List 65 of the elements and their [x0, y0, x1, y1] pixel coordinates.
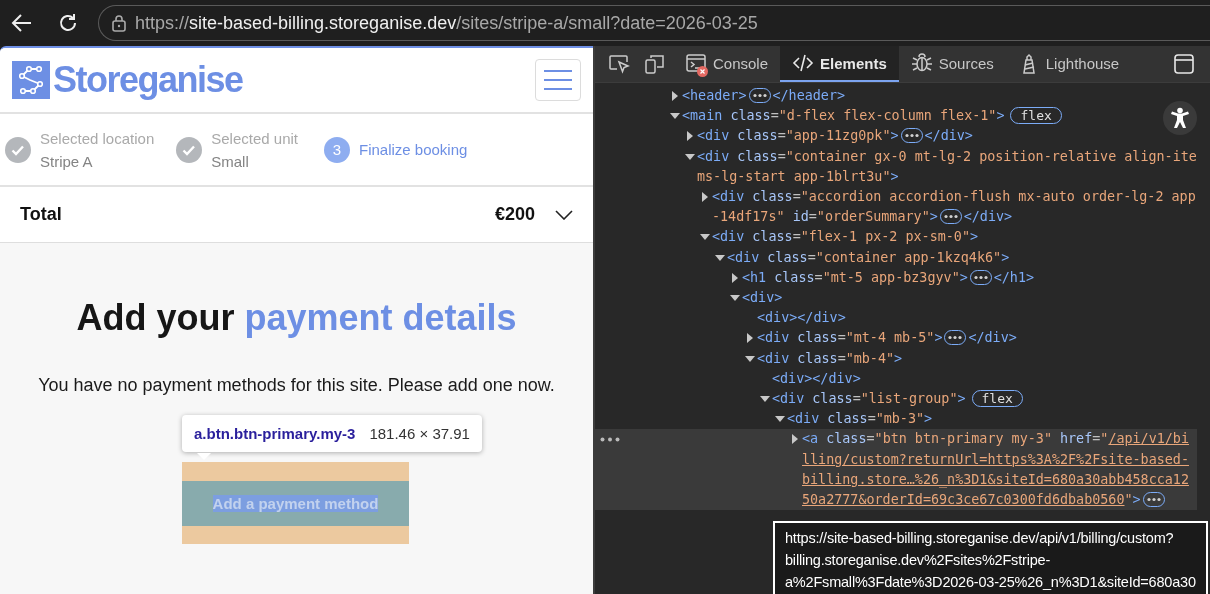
devtools-tab[interactable]: Sources — [898, 46, 1006, 82]
reload-icon — [57, 12, 79, 34]
devtools-tab[interactable]: Lighthouse — [1005, 46, 1132, 82]
dom-node[interactable]: <h1 class="mt-5 app-bz3gyv"> </h1> — [742, 267, 1035, 289]
console-icon — [685, 52, 707, 74]
expand-toggle[interactable] — [555, 209, 573, 220]
menu-icon — [544, 69, 572, 91]
devtools-tab[interactable]: Console — [673, 46, 781, 82]
dom-node[interactable]: <div> — [742, 288, 783, 309]
expand-arrow-icon[interactable] — [685, 131, 695, 142]
devtools-tab[interactable]: Elements — [780, 46, 899, 82]
ellipsis-button[interactable] — [900, 128, 923, 144]
elements-icon — [792, 52, 815, 74]
url-text: https://site-based-billing.storeganise.dev/sites/stripe-a/small?date=2026-03-25 — [135, 12, 758, 34]
accessibility-icon — [1170, 107, 1190, 129]
step-value: Stripe A — [40, 151, 94, 172]
info-message: You have no payment methods for this site. Please add one now. — [38, 375, 555, 396]
chevron-icon — [555, 209, 573, 220]
ellipsis-button[interactable] — [939, 209, 962, 225]
collapse-arrow-icon[interactable] — [685, 151, 695, 162]
ellipsis-button[interactable] — [969, 269, 992, 285]
dom-node[interactable]: <div></div> — [772, 368, 861, 390]
expand-arrow-icon[interactable] — [790, 434, 800, 445]
back-arrow-icon — [11, 12, 33, 34]
dom-node[interactable]: <div class="container app-1kzq4k6"> — [727, 247, 1010, 268]
more-icon[interactable] — [600, 437, 622, 443]
dom-node[interactable]: <div class="app-11zg0pk"> </div> — [697, 126, 973, 147]
dom-node[interactable]: <div class="mb-4"> — [757, 348, 903, 369]
step-title: Selected location — [40, 128, 155, 149]
dom-node[interactable]: <div></div> — [757, 308, 846, 329]
ellipsis-button[interactable] — [748, 88, 771, 103]
logo-icon — [12, 61, 50, 99]
step-value: Small — [211, 151, 250, 172]
expand-arrow-icon[interactable] — [745, 333, 755, 344]
cursor-box-icon — [608, 54, 630, 74]
total-amount: €200 — [494, 204, 535, 225]
dom-node[interactable]: <div class="flex-1 px-2 px-sm-0"> — [712, 227, 979, 248]
step-title: Finalize booking — [359, 141, 468, 158]
dom-node[interactable]: <div class="accordion accordion-flush mx-auto order-lg-2 app-14df17s" id="orderSummary"> </div> — [712, 187, 1197, 228]
dom-node[interactable]: <div class="mb-3"> — [787, 409, 933, 430]
page-heading: Add your payment details — [76, 297, 517, 339]
accessibility-button[interactable] — [1163, 101, 1197, 135]
ellipsis-button[interactable] — [1142, 492, 1165, 508]
dom-node[interactable]: <header> </header> — [682, 86, 846, 107]
expand-arrow-icon[interactable] — [730, 272, 740, 283]
dom-node[interactable]: <main class="d-flex flex-column flex-1"> flex — [682, 106, 1062, 127]
sources-icon — [910, 52, 933, 74]
lock-icon — [111, 14, 127, 32]
step-title: Selected unit — [211, 128, 298, 149]
step-number: 3 — [324, 136, 350, 163]
dom-node[interactable]: <div class="container gx-0 mt-lg-2 position-relative align-items-lg-start app-1blrt3u"> — [697, 146, 1197, 187]
expand-arrow-icon[interactable] — [670, 91, 680, 101]
collapse-arrow-icon[interactable] — [715, 252, 725, 263]
link-tooltip: https://site-based-billing.storeganise.dev/api/v1/billing/custom? billing.storeganise.dev%2Fsites%2Fstripe- a%2Fsmall%3Fdate%3D2026-03-25%26_n%3D1&siteId=680a30 — [773, 521, 1208, 594]
inspect-tooltip: a.btn.btn-primary.my-3 181.46 × 37.91 — [182, 415, 482, 452]
ellipsis-button[interactable] — [944, 330, 967, 346]
devices-icon — [644, 54, 666, 74]
collapse-arrow-icon[interactable] — [745, 353, 755, 364]
window-icon — [1173, 53, 1195, 75]
expand-arrow-icon[interactable] — [700, 192, 710, 202]
dom-node[interactable]: <div class="list-group"> flex — [772, 389, 1023, 410]
menu-button[interactable] — [535, 59, 581, 101]
brand-name: Storeganise — [53, 59, 243, 101]
dom-node[interactable]: <div class="mt-4 mb-5"> </div> — [757, 328, 1017, 349]
total-label: Total — [20, 204, 62, 225]
